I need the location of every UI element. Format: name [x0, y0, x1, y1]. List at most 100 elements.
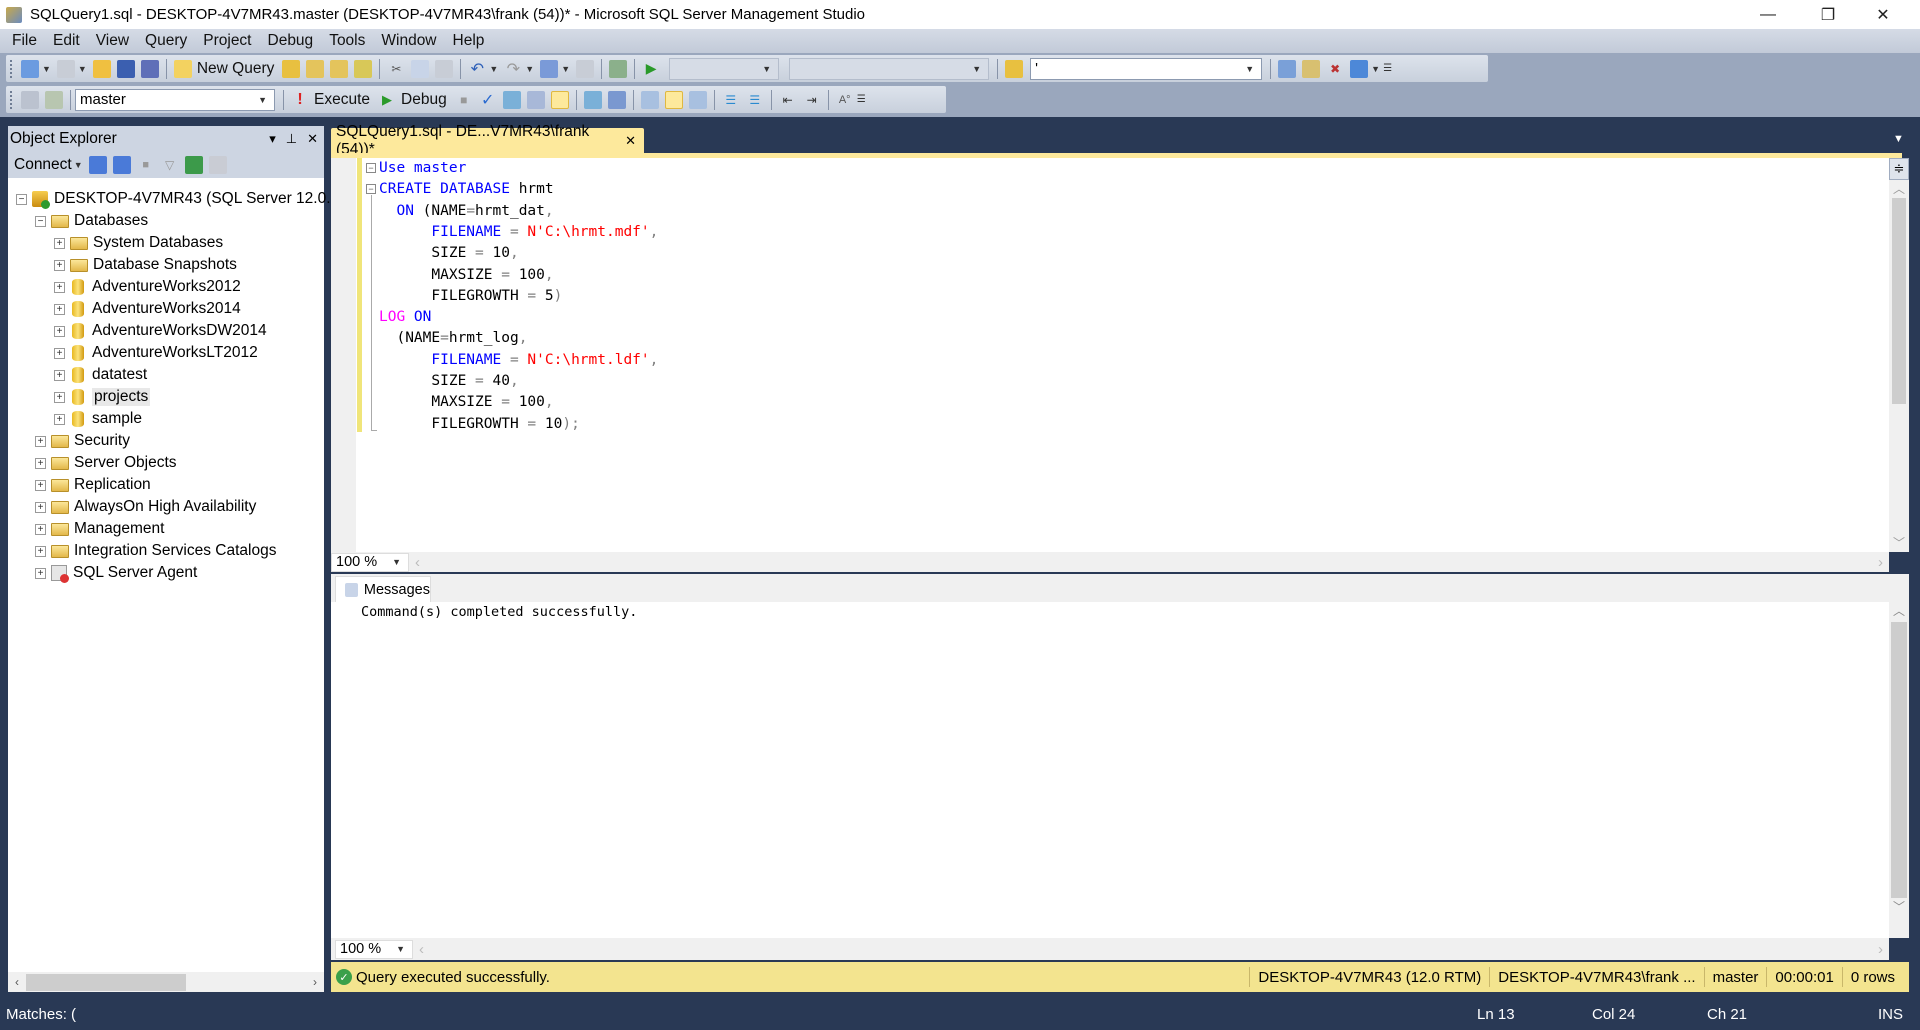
collapse-icon[interactable]: −	[16, 193, 27, 205]
tree-node[interactable]: + SQL Server Agent	[35, 562, 197, 584]
scroll-up-icon[interactable]: ︿	[1889, 602, 1909, 622]
scroll-down-icon[interactable]: ﹀	[1889, 898, 1909, 918]
tree-node[interactable]: + projects	[54, 386, 151, 408]
debug-icon[interactable]: ▶	[378, 91, 396, 109]
connect-dropdown-icon[interactable]: ▼	[74, 160, 83, 170]
redo-icon[interactable]: ↷	[504, 60, 522, 78]
dmx-query-icon[interactable]	[330, 59, 349, 78]
editor-zoom-select[interactable]: 100 % ▼	[331, 552, 409, 572]
expand-icon[interactable]: +	[54, 325, 65, 337]
menu-debug[interactable]: Debug	[260, 32, 322, 50]
tree-node[interactable]: + sample	[54, 408, 142, 430]
expand-icon[interactable]: +	[35, 479, 46, 491]
save-icon[interactable]	[116, 59, 135, 78]
connect-object-explorer-icon[interactable]	[88, 156, 107, 174]
messages-vertical-scrollbar[interactable]: ︿ ﹀	[1889, 602, 1909, 938]
navigate-backward-icon[interactable]	[540, 59, 559, 78]
expand-icon[interactable]: +	[54, 347, 65, 359]
new-query-icon[interactable]	[173, 59, 192, 78]
expand-icon[interactable]: +	[54, 413, 65, 425]
scroll-thumb[interactable]	[1891, 622, 1907, 898]
connect-icon[interactable]	[21, 90, 39, 109]
navigate-forward-icon[interactable]	[576, 59, 595, 78]
uncomment-icon[interactable]: ☰	[746, 91, 764, 109]
menu-file[interactable]: File	[4, 32, 45, 50]
expand-icon[interactable]: +	[35, 435, 46, 447]
expand-icon[interactable]: +	[35, 501, 46, 513]
minimize-button[interactable]: —	[1740, 0, 1796, 29]
refresh-icon[interactable]	[184, 156, 203, 174]
scroll-right-icon[interactable]: ›	[1878, 554, 1883, 571]
stop-icon[interactable]: ■	[137, 156, 155, 174]
properties-window-icon[interactable]	[1302, 59, 1321, 78]
toolbar-grip[interactable]	[10, 90, 14, 109]
menu-window[interactable]: Window	[373, 32, 444, 50]
tab-list-dropdown-icon[interactable]: ▼	[1893, 133, 1904, 145]
messages-pane[interactable]: Command(s) completed successfully.	[331, 602, 1889, 938]
solution-config-combo[interactable]: ▼	[669, 57, 780, 80]
find-combo[interactable]: ' ▼	[1030, 57, 1263, 80]
expand-icon[interactable]: +	[35, 523, 46, 535]
new-project-dropdown[interactable]: ▼	[42, 64, 51, 74]
expand-icon[interactable]: +	[35, 457, 46, 469]
scroll-thumb[interactable]	[1892, 198, 1906, 404]
tree-node[interactable]: + AlwaysOn High Availability	[35, 496, 256, 518]
parse-icon[interactable]: ✓	[479, 91, 497, 109]
scroll-right-icon[interactable]: ›	[306, 975, 324, 989]
live-query-stats-icon[interactable]	[583, 90, 602, 109]
results-to-text-icon[interactable]	[640, 90, 659, 109]
undo-icon[interactable]: ↶	[468, 60, 486, 78]
tab-messages[interactable]: Messages	[335, 576, 431, 602]
new-query-button[interactable]: New Query	[197, 60, 275, 78]
scroll-left-icon[interactable]: ‹	[419, 941, 424, 958]
display-estimated-plan-icon[interactable]	[502, 90, 521, 109]
save-all-icon[interactable]	[140, 59, 159, 78]
tree-node[interactable]: + Replication	[35, 474, 151, 496]
pin-icon[interactable]: ⊥	[286, 131, 297, 147]
window-position-icon[interactable]: ▾	[269, 131, 276, 147]
editor-vertical-scrollbar[interactable]: ≑ ︿ ﹀	[1889, 158, 1909, 552]
undo-dropdown[interactable]: ▼	[489, 64, 498, 74]
menu-project[interactable]: Project	[195, 32, 259, 50]
cut-icon[interactable]: ✂	[387, 60, 405, 78]
start-icon[interactable]: ▶	[642, 60, 660, 78]
tree-node[interactable]: + datatest	[54, 364, 147, 386]
add-item-icon[interactable]	[56, 59, 75, 78]
expand-icon[interactable]: +	[54, 281, 65, 293]
xmla-query-icon[interactable]	[354, 59, 373, 78]
increase-indent-icon[interactable]: ⇥	[803, 91, 821, 109]
results-to-file-icon[interactable]	[688, 90, 707, 109]
menu-tools[interactable]: Tools	[321, 32, 373, 50]
specify-template-values-icon[interactable]: A°	[836, 91, 854, 109]
tree-node[interactable]: + Server Objects	[35, 452, 177, 474]
execute-icon[interactable]: !	[291, 91, 309, 109]
navigate-dropdown[interactable]: ▼	[561, 64, 570, 74]
expand-icon[interactable]: +	[54, 259, 65, 271]
tree-node[interactable]: + AdventureWorksDW2014	[54, 320, 267, 342]
expand-icon[interactable]: +	[35, 567, 46, 579]
cancel-query-icon[interactable]: ■	[455, 91, 473, 109]
toolbar-options-icon[interactable]: ☰	[857, 94, 866, 105]
expand-icon[interactable]: +	[35, 545, 46, 557]
filter-icon[interactable]: ▽	[161, 156, 179, 174]
include-plan-icon[interactable]	[550, 90, 569, 109]
connect-button[interactable]: Connect	[14, 156, 72, 174]
toolbar-grip[interactable]	[10, 59, 14, 78]
client-statistics-icon[interactable]	[607, 90, 626, 109]
toolbar-options-icon[interactable]: ☰	[1383, 63, 1392, 74]
tree-node[interactable]: + AdventureWorksLT2012	[54, 342, 258, 364]
activity-monitor-icon[interactable]	[609, 59, 628, 78]
find-in-files-icon[interactable]	[1005, 59, 1024, 78]
decrease-indent-icon[interactable]: ⇤	[779, 91, 797, 109]
change-connection-icon[interactable]	[45, 90, 63, 109]
tree-node[interactable]: + Management	[35, 518, 164, 540]
solution-platform-combo[interactable]: ▼	[789, 57, 990, 80]
open-file-icon[interactable]	[92, 59, 111, 78]
comment-icon[interactable]: ☰	[722, 91, 740, 109]
split-icon[interactable]: ≑	[1889, 158, 1909, 180]
mdx-query-icon[interactable]	[306, 59, 325, 78]
copy-icon[interactable]	[411, 59, 430, 78]
database-engine-query-icon[interactable]	[282, 59, 301, 78]
redo-dropdown[interactable]: ▼	[525, 64, 534, 74]
tree-node[interactable]: + Database Snapshots	[54, 254, 237, 276]
